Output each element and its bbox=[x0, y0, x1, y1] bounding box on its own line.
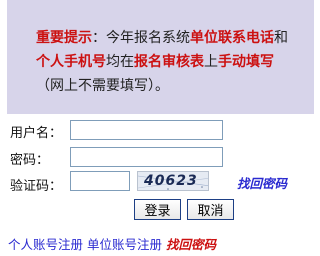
captcha-label: 验证码： bbox=[10, 179, 63, 194]
notice-highlight-mobile: 个人手机号 bbox=[36, 54, 106, 70]
footer-links: 个人账号注册 单位账号注册 找回密码 bbox=[8, 234, 216, 253]
username-label: 用户名： bbox=[10, 126, 63, 141]
notice-text: 均在 bbox=[106, 54, 134, 70]
notice-line-3: （网上不需要填写）。 bbox=[36, 74, 314, 98]
notice-line-1: 重要提示：今年报名系统单位联系电话和 bbox=[36, 26, 314, 50]
notice-text: 和 bbox=[274, 30, 288, 46]
notice-highlight-manual: 手动填写 bbox=[218, 54, 274, 70]
captcha-code: 40623 bbox=[144, 173, 198, 189]
notice-highlight-phone: 单位联系电话 bbox=[190, 30, 274, 46]
password-label: 密码： bbox=[10, 153, 50, 168]
password-input[interactable] bbox=[70, 147, 223, 167]
notice-line-2: 个人手机号均在报名审核表上手动填写 bbox=[36, 50, 314, 74]
unit-register-link[interactable]: 单位账号注册 bbox=[87, 237, 162, 252]
notice-highlight-form: 报名审核表 bbox=[134, 54, 204, 70]
username-input[interactable] bbox=[70, 120, 223, 140]
notice-text: （网上不需要填写）。 bbox=[36, 78, 169, 94]
notice-important-label: 重要提示 bbox=[36, 30, 92, 46]
footer-forgot-password-link[interactable]: 找回密码 bbox=[166, 237, 216, 252]
captcha-image[interactable]: 40623 bbox=[137, 171, 209, 191]
notice-panel: 重要提示：今年报名系统单位联系电话和 个人手机号均在报名审核表上手动填写 （网上… bbox=[7, 0, 314, 114]
captcha-input[interactable] bbox=[70, 171, 130, 191]
login-button[interactable]: 登录 bbox=[134, 199, 181, 220]
forgot-password-link[interactable]: 找回密码 bbox=[237, 173, 287, 192]
personal-register-link[interactable]: 个人账号注册 bbox=[8, 237, 83, 252]
notice-text: ：今年报名系统 bbox=[92, 30, 190, 46]
notice-text: 上 bbox=[204, 54, 218, 70]
cancel-button[interactable]: 取消 bbox=[187, 199, 234, 220]
